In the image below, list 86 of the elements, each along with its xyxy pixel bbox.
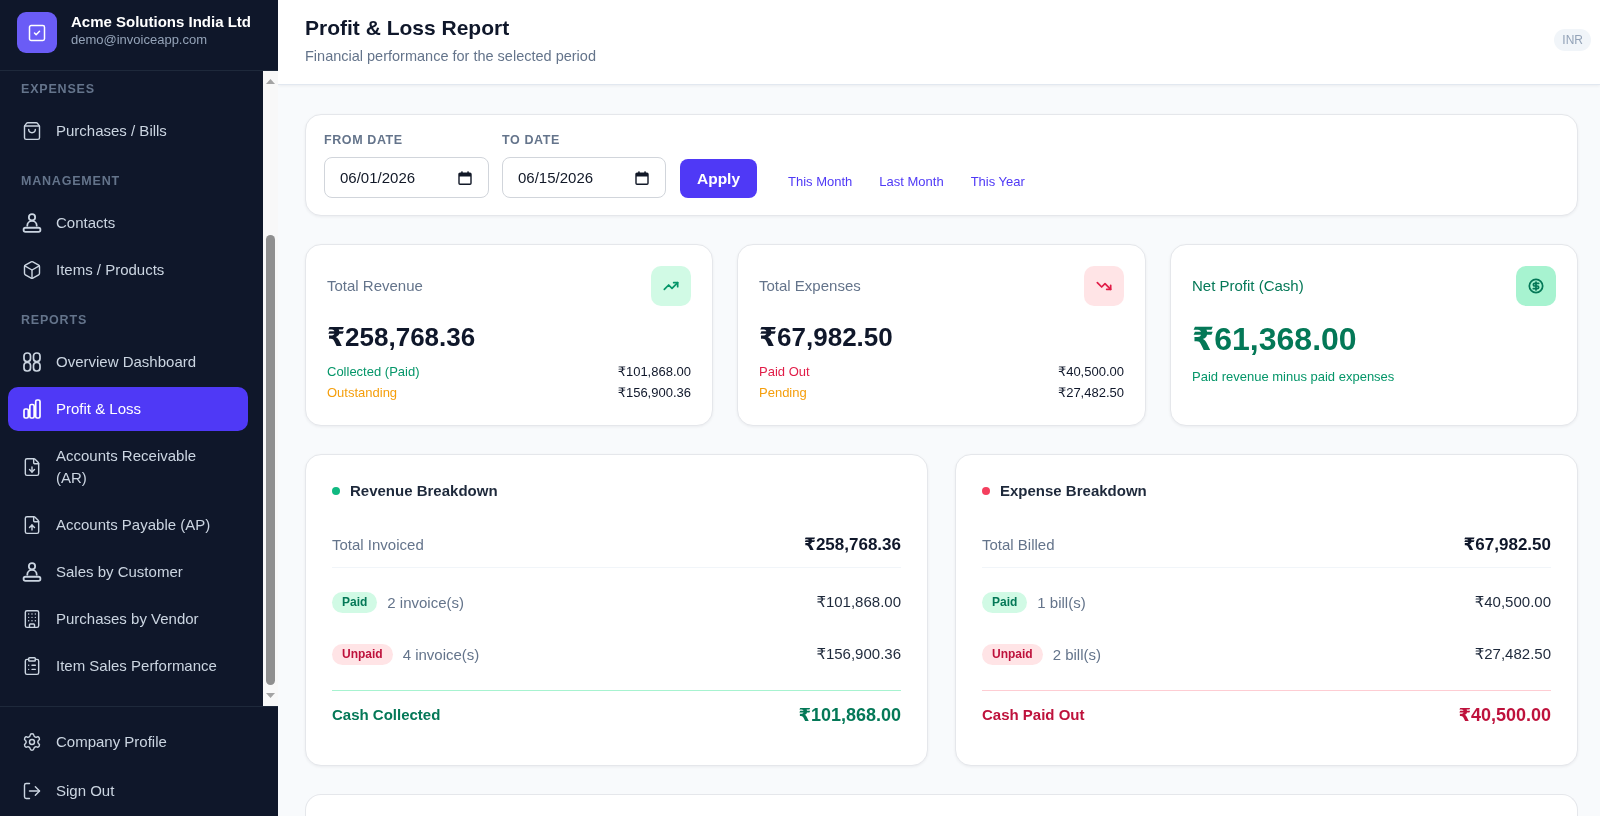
stat-value: ₹258,768.36 [327, 321, 477, 354]
net-amount: ₹40,500.00 [1458, 704, 1551, 727]
nav-item[interactable]: Purchases by Vendor [8, 597, 248, 641]
trending-down-icon [1084, 266, 1124, 306]
stat-row-label: Outstanding [327, 384, 398, 402]
stat-row-label: Collected (Paid) [327, 363, 420, 381]
stat-note: Paid revenue minus paid expenses [1192, 368, 1396, 386]
dollar-icon [1516, 266, 1556, 306]
bag-icon [22, 121, 42, 141]
file-upload-icon [22, 515, 42, 535]
preset-link[interactable]: This Year [970, 174, 1025, 190]
nav-item[interactable]: Sales by Customer [8, 550, 248, 594]
scroll-up-icon[interactable] [266, 79, 275, 84]
scroll-down-icon[interactable] [266, 693, 275, 698]
file-download-icon [22, 457, 42, 477]
date-field[interactable]: 06/15/2026 [502, 157, 666, 198]
document-count: 1 bill(s) [1037, 593, 1086, 611]
preset-link[interactable]: Last Month [879, 174, 944, 190]
stat-value: ₹61,368.00 [1192, 320, 1358, 359]
stat-row-label: Paid Out [759, 363, 810, 381]
nav-section-heading: MANAGEMENT [20, 173, 121, 189]
document-count: 2 bill(s) [1052, 645, 1101, 663]
total-amount: ₹258,768.36 [804, 533, 901, 555]
grid-icon [22, 352, 42, 372]
company-email: demo@invoiceapp.com [71, 31, 209, 49]
stat-row-value: ₹27,482.50 [1057, 384, 1124, 402]
nav-item[interactable]: Contacts [8, 201, 248, 245]
line-amount: ₹40,500.00 [1474, 593, 1551, 611]
user-icon [22, 213, 42, 233]
document-count: 4 invoice(s) [402, 645, 480, 663]
line-amount: ₹27,482.50 [1474, 645, 1551, 663]
nav-item[interactable]: Purchases / Bills [8, 109, 248, 153]
logout-icon [22, 781, 42, 801]
stat-title: Total Revenue [327, 276, 423, 296]
breakdown-title: Revenue Breakdown [350, 481, 498, 501]
logo-icon [17, 12, 57, 53]
nav-item[interactable]: Profit & Loss [8, 387, 248, 431]
nav-item[interactable]: Accounts Receivable (AR) [8, 434, 248, 500]
calendar-icon[interactable] [458, 170, 472, 185]
stat-row-value: ₹40,500.00 [1057, 363, 1124, 381]
scrollbar-thumb[interactable] [266, 235, 275, 685]
nav-section-heading: REPORTS [20, 312, 89, 328]
date-field[interactable]: 06/01/2026 [324, 157, 489, 198]
total-label: Total Billed [982, 535, 1055, 553]
net-label: Cash Collected [332, 705, 441, 725]
document-count: 2 invoice(s) [387, 593, 465, 611]
net-label: Cash Paid Out [982, 705, 1085, 725]
cube-icon [22, 260, 42, 280]
page-subtitle: Financial performance for the selected period [305, 47, 596, 66]
status-badge: Unpaid [982, 643, 1043, 665]
clipboard-list-icon [22, 656, 42, 676]
nav-section-heading: EXPENSES [20, 81, 96, 97]
company-name: Acme Solutions India Ltd [71, 13, 251, 31]
nav-item[interactable]: Sign Out [8, 769, 270, 813]
nav-item[interactable]: Items / Products [8, 248, 248, 292]
nav-item[interactable]: Item Sales Performance [8, 644, 248, 688]
stat-value: ₹67,982.50 [759, 321, 894, 354]
field-label: FROM DATE [324, 132, 404, 148]
stat-title: Total Expenses [759, 276, 861, 296]
total-amount: ₹67,982.50 [1463, 533, 1551, 555]
nav-item[interactable]: Overview Dashboard [8, 340, 248, 384]
nav-item[interactable]: Company Profile [8, 720, 270, 764]
stat-row-label: Pending [759, 384, 807, 402]
building-icon [22, 609, 42, 629]
currency-badge: INR [1554, 29, 1591, 51]
line-amount: ₹101,868.00 [816, 593, 901, 611]
bar-chart-icon [22, 399, 42, 419]
status-badge: Paid [982, 591, 1028, 613]
apply-button[interactable]: Apply [680, 159, 757, 198]
user-icon [22, 562, 42, 582]
status-badge: Paid [332, 591, 378, 613]
line-amount: ₹156,900.36 [816, 645, 901, 663]
settings-icon [22, 732, 42, 752]
net-amount: ₹101,868.00 [798, 704, 901, 727]
calendar-icon[interactable] [635, 170, 649, 185]
stat-row-value: ₹156,900.36 [617, 384, 691, 402]
total-label: Total Invoiced [332, 535, 424, 553]
stat-row-value: ₹101,868.00 [617, 363, 691, 381]
trending-up-icon [651, 266, 691, 306]
page-title: Profit & Loss Report [305, 15, 511, 41]
stat-title: Net Profit (Cash) [1192, 276, 1304, 296]
preset-link[interactable]: This Month [788, 174, 853, 190]
breakdown-title: Expense Breakdown [1000, 481, 1147, 501]
status-badge: Unpaid [332, 643, 393, 665]
field-label: TO DATE [502, 132, 561, 148]
nav-item[interactable]: Accounts Payable (AP) [8, 503, 248, 547]
